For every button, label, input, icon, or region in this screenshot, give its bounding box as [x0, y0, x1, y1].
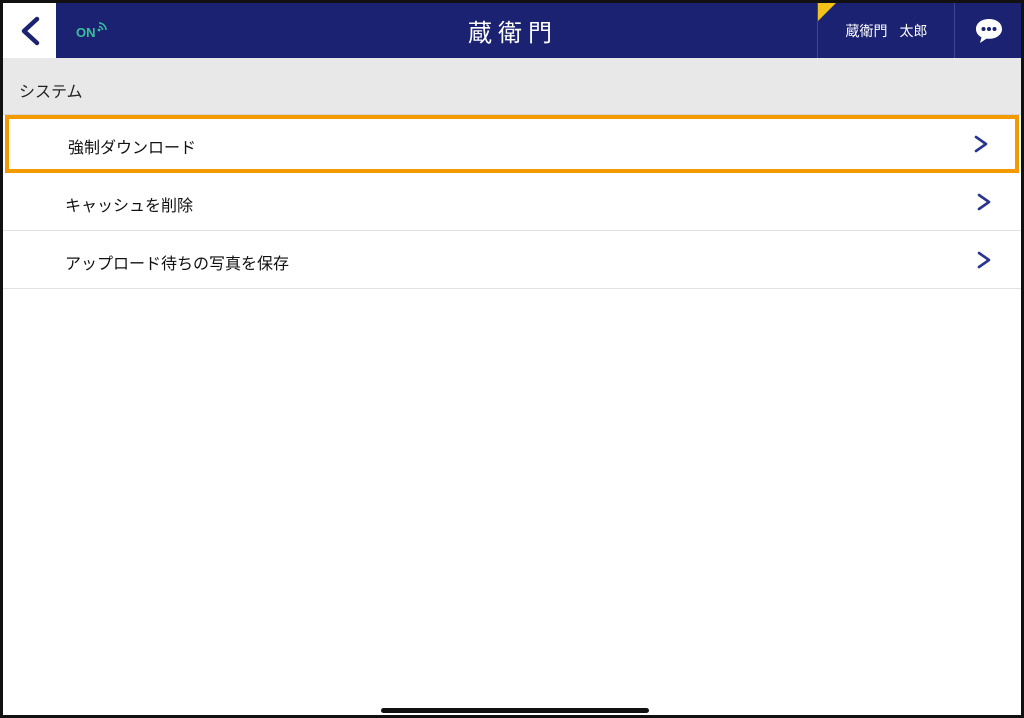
home-indicator	[381, 708, 649, 713]
list-item-label: 強制ダウンロード	[68, 138, 197, 157]
signal-icon	[97, 22, 107, 32]
back-button[interactable]	[3, 3, 56, 58]
section-header: システム	[3, 58, 1021, 115]
status-label: ON	[76, 25, 96, 40]
user-given-name: 太郎	[899, 23, 928, 40]
top-bar: ON 蔵衛門 蔵衛門 太郎	[3, 3, 1021, 58]
section-title: システム	[19, 82, 83, 101]
app-screen: ON 蔵衛門 蔵衛門 太郎 システム 強制ダウンロード キャッシュを削除 アップ…	[0, 0, 1024, 718]
chevron-right-icon	[977, 251, 991, 269]
user-account[interactable]: 蔵衛門 太郎	[817, 3, 955, 58]
chevron-left-icon	[21, 16, 39, 45]
user-family-name: 蔵衛門	[845, 23, 888, 40]
list-item-label: キャッシュを削除	[65, 196, 194, 215]
settings-list: 強制ダウンロード キャッシュを削除 アップロード待ちの写真を保存	[3, 115, 1021, 289]
chat-bubble-icon	[975, 18, 1002, 43]
chevron-right-icon	[977, 193, 991, 211]
user-name: 蔵衛門 太郎	[846, 21, 928, 41]
user-corner-marker	[818, 3, 836, 21]
chevron-right-icon	[974, 135, 988, 153]
list-item-force-download[interactable]: 強制ダウンロード	[5, 115, 1019, 173]
chat-button[interactable]	[954, 3, 1021, 58]
app-logo: 蔵衛門	[468, 19, 558, 47]
list-item-clear-cache[interactable]: キャッシュを削除	[3, 173, 1021, 231]
list-item-save-pending-photos[interactable]: アップロード待ちの写真を保存	[3, 231, 1021, 289]
list-item-label: アップロード待ちの写真を保存	[65, 254, 290, 273]
connection-status: ON	[76, 22, 108, 40]
